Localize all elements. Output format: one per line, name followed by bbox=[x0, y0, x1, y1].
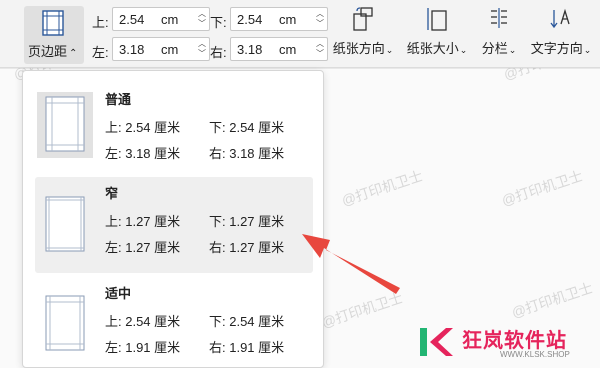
preset-thumbnail bbox=[37, 92, 93, 158]
chevron-down-icon: ⌄ bbox=[459, 45, 468, 55]
preset-left-value: 左: 1.27 厘米 bbox=[105, 240, 181, 255]
preset-right-value: 右: 1.27 厘米 bbox=[209, 240, 285, 255]
paper-size-button[interactable]: 纸张大小⌄ bbox=[404, 6, 470, 64]
preset-top-value: 上: 2.54 厘米 bbox=[105, 120, 181, 135]
text-direction-label: 文字方向 bbox=[530, 41, 583, 56]
top-margin-value: 2.54 bbox=[119, 12, 145, 27]
top-margin-spinbox[interactable]: 2.54 cm ︿ ﹀ bbox=[112, 7, 210, 31]
chevron-down-icon: ⌄ bbox=[385, 45, 394, 55]
bottom-margin-value: 2.54 bbox=[237, 12, 263, 27]
preset-bottom-value: 下: 2.54 厘米 bbox=[209, 314, 285, 329]
brand-name: 狂岚软件站 bbox=[462, 330, 567, 352]
preset-right-value: 右: 1.91 厘米 bbox=[209, 340, 285, 355]
page-preview-icon bbox=[45, 196, 85, 252]
text-direction-icon bbox=[550, 8, 570, 29]
preset-bottom-value: 下: 1.27 厘米 bbox=[209, 214, 285, 229]
bottom-margin-unit: cm bbox=[279, 12, 297, 27]
page-margin-button[interactable]: 页边距 ⌃ bbox=[24, 6, 84, 64]
preset-name: 普通 bbox=[105, 92, 132, 107]
margin-presets-dropdown: 普通 上: 2.54 厘米 下: 2.54 厘米 左: 3.18 厘米 右: 3… bbox=[22, 70, 324, 368]
top-margin-label: 上: bbox=[92, 15, 109, 30]
preset-name: 窄 bbox=[105, 186, 119, 201]
preset-left-value: 左: 1.91 厘米 bbox=[105, 340, 181, 355]
chevron-down-icon: ⌄ bbox=[583, 45, 592, 55]
left-margin-label: 左: bbox=[92, 45, 109, 60]
preset-narrow[interactable]: 窄 上: 1.27 厘米 下: 1.27 厘米 左: 1.27 厘米 右: 1.… bbox=[35, 177, 313, 273]
page-preview-icon bbox=[45, 96, 85, 152]
spinner-arrows-icon[interactable]: ︿ ﹀ bbox=[316, 9, 324, 29]
columns-button[interactable]: 分栏⌄ bbox=[478, 6, 520, 64]
page-orientation-icon bbox=[353, 7, 373, 31]
page-preview-icon bbox=[45, 295, 85, 351]
page-margin-icon bbox=[42, 10, 64, 36]
left-margin-value: 3.18 bbox=[119, 42, 145, 57]
preset-thumbnail bbox=[37, 192, 93, 258]
right-margin-label: 右: bbox=[210, 45, 227, 60]
chevron-down-icon: ⌄ bbox=[508, 45, 517, 55]
spinner-arrows-icon[interactable]: ︿ ﹀ bbox=[198, 9, 206, 29]
left-margin-spinbox[interactable]: 3.18 cm ︿ ﹀ bbox=[112, 37, 210, 61]
left-margin-unit: cm bbox=[161, 42, 179, 57]
orientation-button[interactable]: 纸张方向⌄ bbox=[330, 6, 396, 64]
preset-top-value: 上: 1.27 厘米 bbox=[105, 214, 181, 229]
brand-url: WWW.KLSK.SHOP bbox=[500, 350, 570, 359]
preset-name: 适中 bbox=[105, 286, 132, 301]
brand-k-icon bbox=[420, 328, 453, 356]
paper-size-icon bbox=[427, 8, 447, 31]
bottom-margin-label: 下: bbox=[210, 15, 227, 30]
spinner-arrows-icon[interactable]: ︿ ﹀ bbox=[198, 39, 206, 59]
preset-top-value: 上: 2.54 厘米 bbox=[105, 314, 181, 329]
spinner-arrows-icon[interactable]: ︿ ﹀ bbox=[316, 39, 324, 59]
text-direction-button[interactable]: 文字方向⌄ bbox=[528, 6, 594, 64]
layout-toolbar: 页边距 ⌃ 上: 2.54 cm ︿ ﹀ 下: 2.54 cm ︿ ﹀ 左: 3.18… bbox=[0, 0, 600, 68]
paper-size-label: 纸张大小 bbox=[406, 41, 459, 56]
chevron-up-icon: ⌃ bbox=[69, 48, 78, 59]
top-margin-unit: cm bbox=[161, 12, 179, 27]
page-margin-label: 页边距 bbox=[28, 44, 68, 59]
preset-moderate[interactable]: 适中 上: 2.54 厘米 下: 2.54 厘米 左: 1.91 厘米 右: 1… bbox=[35, 277, 313, 367]
columns-icon bbox=[491, 8, 507, 28]
right-margin-unit: cm bbox=[279, 42, 297, 57]
columns-label: 分栏 bbox=[481, 41, 508, 56]
brand-logo: 狂岚软件站 WWW.KLSK.SHOP bbox=[418, 320, 590, 366]
preset-thumbnail bbox=[37, 291, 93, 357]
right-margin-value: 3.18 bbox=[237, 42, 263, 57]
preset-normal[interactable]: 普通 上: 2.54 厘米 下: 2.54 厘米 左: 3.18 厘米 右: 3… bbox=[35, 83, 313, 179]
preset-right-value: 右: 3.18 厘米 bbox=[209, 146, 285, 161]
preset-left-value: 左: 3.18 厘米 bbox=[105, 146, 181, 161]
right-margin-spinbox[interactable]: 3.18 cm ︿ ﹀ bbox=[230, 37, 328, 61]
orientation-label: 纸张方向 bbox=[332, 41, 385, 56]
bottom-margin-spinbox[interactable]: 2.54 cm ︿ ﹀ bbox=[230, 7, 328, 31]
red-arrow bbox=[302, 234, 400, 294]
preset-bottom-value: 下: 2.54 厘米 bbox=[209, 120, 285, 135]
